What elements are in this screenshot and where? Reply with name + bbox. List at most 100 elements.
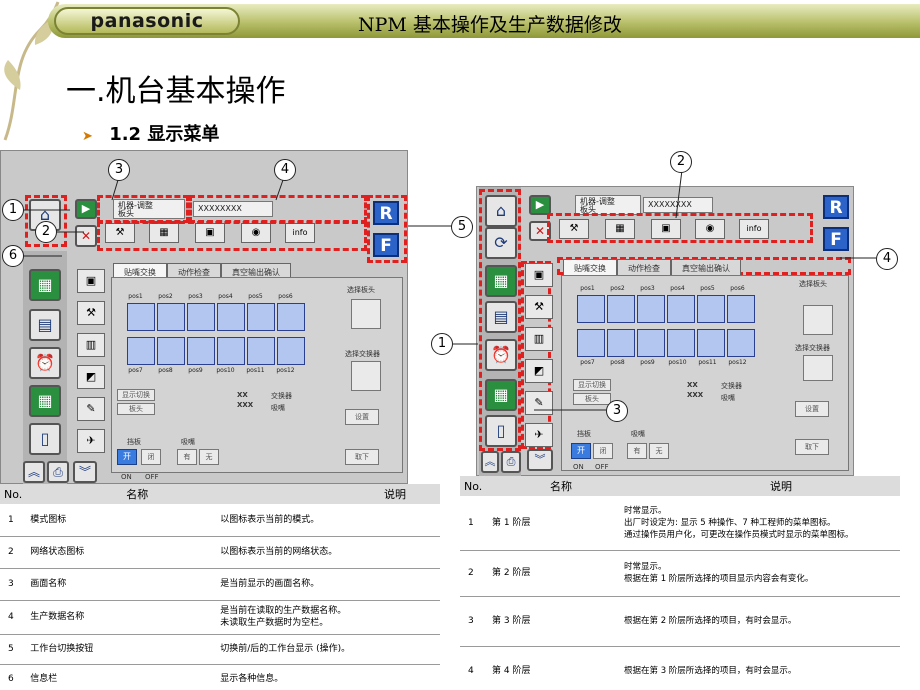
pos-label: pos10 xyxy=(216,367,235,374)
display-switch-button[interactable]: 显示切换 xyxy=(117,389,155,401)
nozzle-slot[interactable] xyxy=(667,295,695,323)
legend-xxx: XXX xyxy=(237,401,254,409)
stopper-open-button[interactable]: 开 xyxy=(117,449,137,465)
row-desc: 是当前在读取的生产数据名称。 未读取生产数据时为空栏。 xyxy=(216,600,440,635)
select-head-box[interactable] xyxy=(803,305,833,335)
stopper-open-button[interactable]: 开 xyxy=(571,443,591,459)
nozzle-slot[interactable] xyxy=(697,295,725,323)
highlight-box-toolbar xyxy=(97,221,367,251)
mode-icon[interactable]: ▦ xyxy=(29,269,61,301)
side-tool-3-icon[interactable]: ▥ xyxy=(77,333,105,357)
remove-button[interactable]: 取下 xyxy=(345,449,379,465)
printer-icon[interactable]: ⎙ xyxy=(501,451,521,473)
mode-status-icon: ▶ xyxy=(529,195,551,215)
pos-label: pos9 xyxy=(640,359,655,366)
nozzle-slot[interactable] xyxy=(277,303,305,331)
row-desc: 是当前显示的画面名称。 xyxy=(216,568,440,601)
nozzle-slot[interactable] xyxy=(637,329,665,357)
nozzle-slot[interactable] xyxy=(277,337,305,365)
data-icon[interactable]: ▦ xyxy=(29,385,61,417)
nozzle-slot[interactable] xyxy=(247,303,275,331)
left-screenshot: ⌂ ▦ ▤ ⏰ ▦ ▯ ︽ ⎙ ︾ ▶ ✕ 机器-调整 板头 XXXXXXXX … xyxy=(0,150,408,485)
nozzle-slot[interactable] xyxy=(187,303,215,331)
nozzle-slot[interactable] xyxy=(577,295,605,323)
side-tool-5-icon[interactable]: ✎ xyxy=(77,397,105,421)
settings-button[interactable]: 设置 xyxy=(345,409,379,425)
pos-label: pos9 xyxy=(188,367,203,374)
select-changer-label: 选择交换器 xyxy=(795,344,830,352)
side-tool-3-icon[interactable]: ▥ xyxy=(525,327,553,351)
stopper-close-button[interactable]: 闭 xyxy=(593,443,613,459)
pos-labels-top: pos1 pos2 pos3 pos4 pos5 pos6 xyxy=(121,293,300,300)
pos-label: pos4 xyxy=(218,293,233,300)
table-row: 1 第 1 阶层 时常显示。 出厂时设定为: 显示 5 种操作、7 种工程师的菜… xyxy=(460,496,900,551)
nozzle-slot[interactable] xyxy=(247,337,275,365)
nozzle-slot[interactable] xyxy=(607,295,635,323)
pos-label: pos12 xyxy=(728,359,747,366)
nozzle-slot[interactable] xyxy=(607,329,635,357)
chart-icon[interactable]: ▤ xyxy=(29,309,61,341)
side-tool-5-icon[interactable]: ✎ xyxy=(525,391,553,415)
side-tool-4-icon[interactable]: ◩ xyxy=(525,359,553,383)
pos-label: pos6 xyxy=(278,293,293,300)
nozzle-slot[interactable] xyxy=(187,337,215,365)
row-no: 4 xyxy=(0,600,27,635)
side-tool-1-icon[interactable]: ▣ xyxy=(77,269,105,293)
select-head-box[interactable] xyxy=(351,299,381,329)
down-arrows-icon[interactable]: ︾ xyxy=(73,461,97,483)
legend-nozzle: 吸嘴 xyxy=(271,404,285,412)
nozzle-have-button[interactable]: 有 xyxy=(627,443,647,459)
col-desc: 说明 xyxy=(620,476,900,496)
side-tool-1-icon[interactable]: ▣ xyxy=(525,263,553,287)
display-switch-button[interactable]: 显示切换 xyxy=(573,379,611,391)
settings-button[interactable]: 设置 xyxy=(795,401,829,417)
table-row: 2 第 2 阶层 时常显示。 根据在第 1 阶层所选择的项目显示内容会有变化。 xyxy=(460,550,900,597)
front-table-button[interactable]: F xyxy=(823,227,849,251)
nozzle-slot[interactable] xyxy=(157,337,185,365)
remove-button[interactable]: 取下 xyxy=(795,439,829,455)
nozzle-slot[interactable] xyxy=(127,337,155,365)
nozzle-slot[interactable] xyxy=(667,329,695,357)
legend-xx: XX xyxy=(237,391,248,399)
data-name-field: XXXXXXXX xyxy=(643,197,713,213)
nozzle-slot[interactable] xyxy=(217,337,245,365)
callout-left-4: 4 xyxy=(274,159,296,181)
side-tool-2-icon[interactable]: ⚒ xyxy=(525,295,553,319)
nozzle-slot[interactable] xyxy=(697,329,725,357)
stopper-close-button[interactable]: 闭 xyxy=(141,449,161,465)
door-icon[interactable]: ▯ xyxy=(29,423,61,455)
up-arrows-icon[interactable]: ︽ xyxy=(481,451,499,473)
side-tool-6-icon[interactable]: ✈ xyxy=(77,429,105,453)
nozzle-slot[interactable] xyxy=(127,303,155,331)
nozzle-slot[interactable] xyxy=(157,303,185,331)
side-tool-2-icon[interactable]: ⚒ xyxy=(77,301,105,325)
nozzle-slot[interactable] xyxy=(727,295,755,323)
alarm-icon[interactable]: ⏰ xyxy=(29,347,61,379)
table-row: 6 信息栏 显示各种信息。 xyxy=(0,664,440,690)
select-head-label: 选择板头 xyxy=(347,286,375,294)
nozzle-have-button[interactable]: 有 xyxy=(177,449,197,465)
row-no: 5 xyxy=(0,634,27,665)
pos-label: pos8 xyxy=(158,367,173,374)
nozzle-slot[interactable] xyxy=(577,329,605,357)
rear-table-button[interactable]: R xyxy=(823,195,849,219)
side-tool-6-icon[interactable]: ✈ xyxy=(525,423,553,447)
nozzle-slot[interactable] xyxy=(217,303,245,331)
callout-left-1: 1 xyxy=(2,199,24,221)
select-changer-box[interactable] xyxy=(351,361,381,391)
row-no: 2 xyxy=(0,536,27,569)
down-arrows-icon[interactable]: ︾ xyxy=(527,449,553,471)
callout-right-3: 3 xyxy=(606,400,628,422)
nozzle-slot[interactable] xyxy=(637,295,665,323)
row-name: 模式图标 xyxy=(26,504,217,537)
legend-xxx: XXX xyxy=(687,391,704,399)
stopper-label: 挡板 xyxy=(127,438,141,446)
up-arrows-icon[interactable]: ︽ xyxy=(23,461,45,483)
side-tool-4-icon[interactable]: ◩ xyxy=(77,365,105,389)
nozzle-none-button[interactable]: 无 xyxy=(649,443,669,459)
nozzle-slot[interactable] xyxy=(727,329,755,357)
nozzle-none-button[interactable]: 无 xyxy=(199,449,219,465)
select-changer-box[interactable] xyxy=(803,355,833,381)
printer-icon[interactable]: ⎙ xyxy=(47,461,69,483)
callout-left-3: 3 xyxy=(108,159,130,181)
